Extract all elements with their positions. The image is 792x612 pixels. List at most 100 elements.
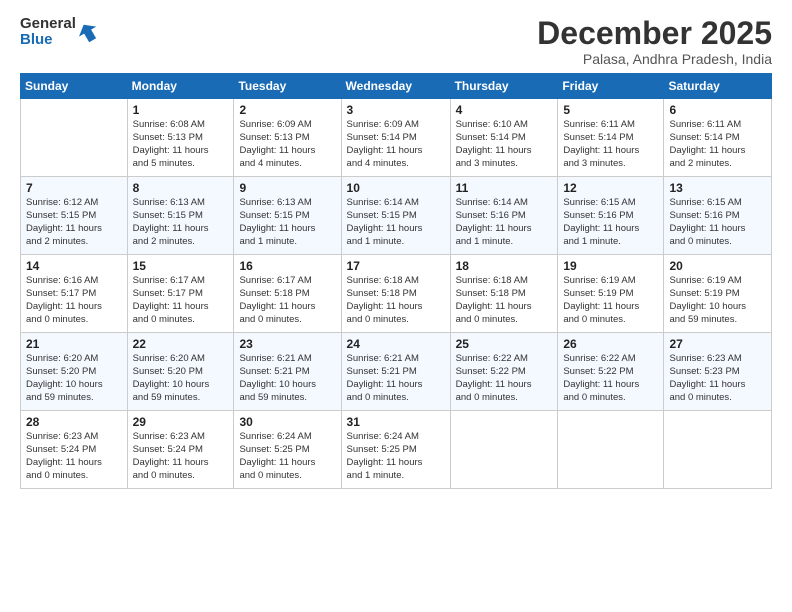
- table-row: 18 Sunrise: 6:18 AM Sunset: 5:18 PM Dayli…: [450, 255, 558, 333]
- day-number: 19: [563, 259, 658, 273]
- day-number: 13: [669, 181, 766, 195]
- day-number: 25: [456, 337, 553, 351]
- month-title: December 2025: [537, 16, 772, 51]
- title-block: December 2025 Palasa, Andhra Pradesh, In…: [537, 16, 772, 67]
- logo-general: General: [20, 16, 76, 32]
- calendar-row: 14 Sunrise: 6:16 AM Sunset: 5:17 PM Dayli…: [21, 255, 772, 333]
- table-row: 14 Sunrise: 6:16 AM Sunset: 5:17 PM Dayli…: [21, 255, 128, 333]
- day-info: Sunrise: 6:14 AM Sunset: 5:16 PM Dayligh…: [456, 197, 553, 248]
- table-row: 21 Sunrise: 6:20 AM Sunset: 5:20 PM Dayli…: [21, 333, 128, 411]
- table-row: 22 Sunrise: 6:20 AM Sunset: 5:20 PM Dayli…: [127, 333, 234, 411]
- table-row: 10 Sunrise: 6:14 AM Sunset: 5:15 PM Dayli…: [341, 177, 450, 255]
- table-row: 27Sunrise: 6:23 AM Sunset: 5:23 PM Dayli…: [664, 333, 772, 411]
- day-info: Sunrise: 6:19 AM Sunset: 5:19 PM Dayligh…: [669, 275, 766, 326]
- table-row: 30 Sunrise: 6:24 AM Sunset: 5:25 PM Dayli…: [234, 411, 341, 489]
- day-number: 9: [239, 181, 335, 195]
- day-number: 14: [26, 259, 122, 273]
- col-monday: Monday: [127, 74, 234, 99]
- table-row: 23 Sunrise: 6:21 AM Sunset: 5:21 PM Dayli…: [234, 333, 341, 411]
- day-number: 31: [347, 415, 445, 429]
- table-row: 3 Sunrise: 6:09 AM Sunset: 5:14 PM Daylig…: [341, 99, 450, 177]
- day-info: Sunrise: 6:24 AM Sunset: 5:25 PM Dayligh…: [347, 431, 445, 482]
- calendar-row: 7Sunrise: 6:12 AM Sunset: 5:15 PM Daylig…: [21, 177, 772, 255]
- table-row: 25 Sunrise: 6:22 AM Sunset: 5:22 PM Dayli…: [450, 333, 558, 411]
- calendar-row: 28 Sunrise: 6:23 AM Sunset: 5:24 PM Dayli…: [21, 411, 772, 489]
- table-row: 2 Sunrise: 6:09 AM Sunset: 5:13 PM Daylig…: [234, 99, 341, 177]
- day-number: 17: [347, 259, 445, 273]
- day-info: Sunrise: 6:12 AM Sunset: 5:15 PM Dayligh…: [26, 197, 122, 248]
- table-row: 31 Sunrise: 6:24 AM Sunset: 5:25 PM Dayli…: [341, 411, 450, 489]
- day-number: 15: [133, 259, 229, 273]
- day-number: 28: [26, 415, 122, 429]
- table-row: 7Sunrise: 6:12 AM Sunset: 5:15 PM Daylig…: [21, 177, 128, 255]
- table-row: 26 Sunrise: 6:22 AM Sunset: 5:22 PM Dayli…: [558, 333, 664, 411]
- day-number: 16: [239, 259, 335, 273]
- logo-arrow-icon: [78, 21, 100, 43]
- day-number: 29: [133, 415, 229, 429]
- day-info: Sunrise: 6:20 AM Sunset: 5:20 PM Dayligh…: [133, 353, 229, 404]
- table-row: 15 Sunrise: 6:17 AM Sunset: 5:17 PM Dayli…: [127, 255, 234, 333]
- day-number: 23: [239, 337, 335, 351]
- day-info: Sunrise: 6:23 AM Sunset: 5:24 PM Dayligh…: [133, 431, 229, 482]
- day-info: Sunrise: 6:16 AM Sunset: 5:17 PM Dayligh…: [26, 275, 122, 326]
- day-info: Sunrise: 6:20 AM Sunset: 5:20 PM Dayligh…: [26, 353, 122, 404]
- day-number: 1: [133, 103, 229, 117]
- table-row: 24Sunrise: 6:21 AM Sunset: 5:21 PM Dayli…: [341, 333, 450, 411]
- calendar-table: Sunday Monday Tuesday Wednesday Thursday…: [20, 73, 772, 489]
- day-info: Sunrise: 6:15 AM Sunset: 5:16 PM Dayligh…: [563, 197, 658, 248]
- col-tuesday: Tuesday: [234, 74, 341, 99]
- day-info: Sunrise: 6:09 AM Sunset: 5:14 PM Dayligh…: [347, 119, 445, 170]
- day-info: Sunrise: 6:14 AM Sunset: 5:15 PM Dayligh…: [347, 197, 445, 248]
- table-row: 8 Sunrise: 6:13 AM Sunset: 5:15 PM Daylig…: [127, 177, 234, 255]
- day-number: 11: [456, 181, 553, 195]
- day-info: Sunrise: 6:15 AM Sunset: 5:16 PM Dayligh…: [669, 197, 766, 248]
- day-info: Sunrise: 6:23 AM Sunset: 5:24 PM Dayligh…: [26, 431, 122, 482]
- table-row: [664, 411, 772, 489]
- day-number: 12: [563, 181, 658, 195]
- day-info: Sunrise: 6:21 AM Sunset: 5:21 PM Dayligh…: [239, 353, 335, 404]
- day-info: Sunrise: 6:13 AM Sunset: 5:15 PM Dayligh…: [239, 197, 335, 248]
- table-row: [21, 99, 128, 177]
- day-info: Sunrise: 6:23 AM Sunset: 5:23 PM Dayligh…: [669, 353, 766, 404]
- table-row: 9 Sunrise: 6:13 AM Sunset: 5:15 PM Daylig…: [234, 177, 341, 255]
- day-number: 10: [347, 181, 445, 195]
- day-number: 3: [347, 103, 445, 117]
- day-number: 24: [347, 337, 445, 351]
- calendar-row: 21 Sunrise: 6:20 AM Sunset: 5:20 PM Dayli…: [21, 333, 772, 411]
- day-number: 4: [456, 103, 553, 117]
- day-info: Sunrise: 6:09 AM Sunset: 5:13 PM Dayligh…: [239, 119, 335, 170]
- day-number: 30: [239, 415, 335, 429]
- day-info: Sunrise: 6:18 AM Sunset: 5:18 PM Dayligh…: [456, 275, 553, 326]
- day-info: Sunrise: 6:17 AM Sunset: 5:17 PM Dayligh…: [133, 275, 229, 326]
- page: General Blue December 2025 Palasa, Andhr…: [0, 0, 792, 612]
- table-row: 20Sunrise: 6:19 AM Sunset: 5:19 PM Dayli…: [664, 255, 772, 333]
- day-info: Sunrise: 6:11 AM Sunset: 5:14 PM Dayligh…: [563, 119, 658, 170]
- location: Palasa, Andhra Pradesh, India: [537, 51, 772, 67]
- day-info: Sunrise: 6:10 AM Sunset: 5:14 PM Dayligh…: [456, 119, 553, 170]
- day-info: Sunrise: 6:11 AM Sunset: 5:14 PM Dayligh…: [669, 119, 766, 170]
- table-row: 13 Sunrise: 6:15 AM Sunset: 5:16 PM Dayli…: [664, 177, 772, 255]
- table-row: [558, 411, 664, 489]
- header: General Blue December 2025 Palasa, Andhr…: [20, 16, 772, 67]
- day-number: 21: [26, 337, 122, 351]
- col-saturday: Saturday: [664, 74, 772, 99]
- day-number: 2: [239, 103, 335, 117]
- table-row: 5Sunrise: 6:11 AM Sunset: 5:14 PM Daylig…: [558, 99, 664, 177]
- col-wednesday: Wednesday: [341, 74, 450, 99]
- table-row: 16 Sunrise: 6:17 AM Sunset: 5:18 PM Dayli…: [234, 255, 341, 333]
- day-number: 26: [563, 337, 658, 351]
- day-info: Sunrise: 6:22 AM Sunset: 5:22 PM Dayligh…: [456, 353, 553, 404]
- day-number: 22: [133, 337, 229, 351]
- day-number: 8: [133, 181, 229, 195]
- day-info: Sunrise: 6:24 AM Sunset: 5:25 PM Dayligh…: [239, 431, 335, 482]
- day-info: Sunrise: 6:08 AM Sunset: 5:13 PM Dayligh…: [133, 119, 229, 170]
- logo-blue: Blue: [20, 32, 76, 48]
- day-info: Sunrise: 6:18 AM Sunset: 5:18 PM Dayligh…: [347, 275, 445, 326]
- day-info: Sunrise: 6:13 AM Sunset: 5:15 PM Dayligh…: [133, 197, 229, 248]
- day-number: 18: [456, 259, 553, 273]
- col-friday: Friday: [558, 74, 664, 99]
- day-info: Sunrise: 6:22 AM Sunset: 5:22 PM Dayligh…: [563, 353, 658, 404]
- table-row: 11 Sunrise: 6:14 AM Sunset: 5:16 PM Dayli…: [450, 177, 558, 255]
- col-thursday: Thursday: [450, 74, 558, 99]
- day-info: Sunrise: 6:17 AM Sunset: 5:18 PM Dayligh…: [239, 275, 335, 326]
